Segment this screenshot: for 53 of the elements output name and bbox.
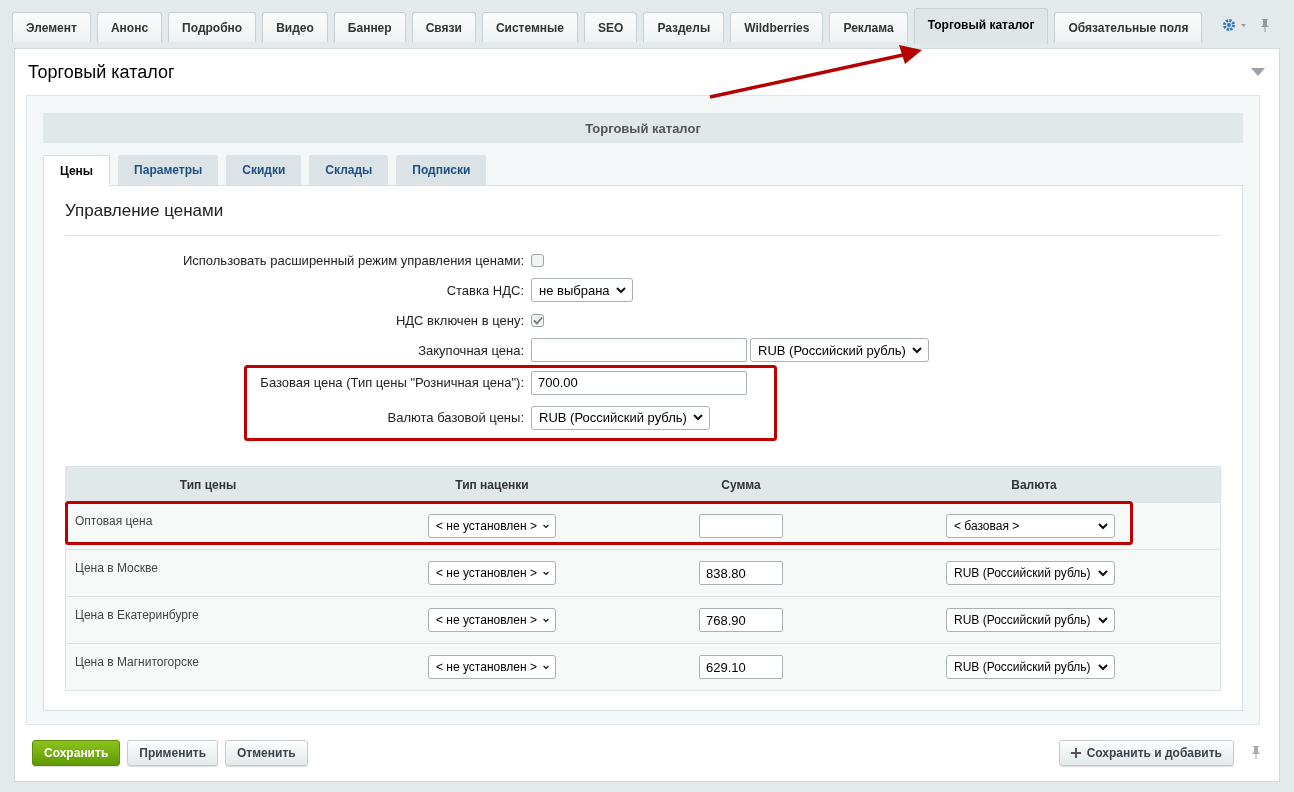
tab[interactable]: Реклама: [829, 12, 908, 42]
tab[interactable]: Связи: [411, 12, 476, 42]
text-field[interactable]: 700.00: [531, 370, 747, 395]
column-header: Валюта: [848, 467, 1220, 502]
tab[interactable]: Подписки: [396, 155, 487, 185]
column-header: Тип наценки: [350, 467, 634, 502]
currency-dropdown[interactable]: RUB (Российский рубль): [946, 608, 1115, 632]
column-header: Сумма: [634, 467, 848, 502]
tab[interactable]: Анонс: [96, 12, 163, 42]
field-label: НДС включен в цену:: [394, 311, 524, 330]
markup-dropdown[interactable]: < не установлен >: [428, 655, 556, 679]
price-type: Цена в Екатеринбурге: [75, 608, 199, 622]
field-label: Закупочная цена:: [417, 341, 524, 360]
tab[interactable]: SEO: [584, 12, 638, 42]
amount-field[interactable]: 838.80: [699, 561, 783, 585]
tab[interactable]: Торговый каталог: [913, 8, 1049, 44]
currency-dropdown[interactable]: RUB (Российский рубль): [946, 655, 1115, 679]
tab[interactable]: Подробно: [168, 12, 257, 42]
tab[interactable]: Баннер: [333, 12, 406, 42]
tab[interactable]: Wildberries: [730, 12, 824, 42]
tab[interactable]: Скидки: [226, 155, 302, 185]
section-heading: Управление ценами: [65, 201, 224, 221]
markup-dropdown[interactable]: < не установлен >: [428, 514, 556, 538]
tab[interactable]: Склады: [309, 155, 389, 185]
tab[interactable]: Элемент: [12, 12, 91, 42]
tab[interactable]: Видео: [262, 12, 328, 42]
price-type: Цена в Магнитогорске: [75, 655, 199, 669]
price-type: Оптовая цена: [75, 514, 153, 528]
tab[interactable]: Обязательные поля: [1054, 12, 1203, 42]
panel-title: Торговый каталог: [28, 61, 175, 83]
currency-dropdown[interactable]: < базовая >: [946, 514, 1115, 538]
price-type: Цена в Москве: [75, 561, 158, 575]
tab[interactable]: Разделы: [643, 12, 725, 42]
action-button[interactable]: Отменить: [225, 740, 308, 766]
column-header: Тип цены: [66, 467, 350, 502]
field-label: Валюта базовой цены:: [386, 409, 524, 427]
currency-dropdown[interactable]: RUB (Российский рубль): [946, 561, 1115, 585]
dropdown[interactable]: RUB (Российский рубль): [750, 338, 929, 362]
section-header: Торговый каталог: [585, 120, 701, 136]
field-label: Базовая цена (Тип цены "Розничная цена"):: [259, 374, 524, 392]
tab[interactable]: Параметры: [118, 155, 219, 185]
save-and-add-button[interactable]: Сохранить и добавить: [1058, 740, 1234, 766]
amount-field[interactable]: 768.90: [699, 608, 783, 632]
markup-dropdown[interactable]: < не установлен >: [428, 561, 556, 585]
field-label: Использовать расширенный режим управления ценами:: [181, 251, 524, 270]
amount-field[interactable]: 629.10: [699, 655, 783, 679]
field-label: Ставка НДС:: [445, 281, 524, 300]
action-button[interactable]: Применить: [127, 740, 219, 766]
tab[interactable]: Системные: [481, 12, 579, 42]
dropdown[interactable]: не выбрана: [531, 278, 633, 302]
tab[interactable]: Цены: [43, 155, 111, 186]
dropdown[interactable]: RUB (Российский рубль): [531, 405, 710, 430]
markup-dropdown[interactable]: < не установлен >: [428, 608, 556, 632]
